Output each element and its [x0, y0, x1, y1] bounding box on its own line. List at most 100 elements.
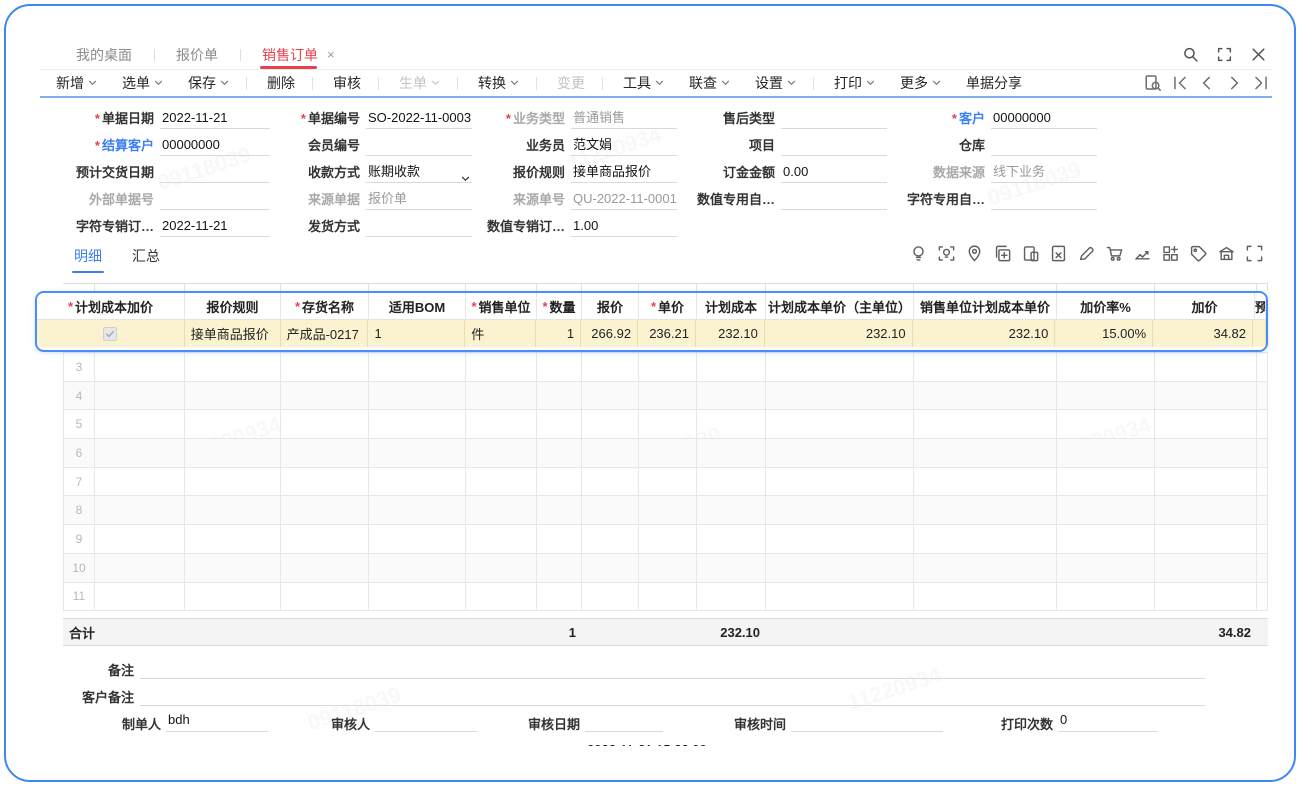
grid-cell[interactable] [1257, 525, 1268, 553]
cart-icon[interactable] [1105, 244, 1124, 263]
grid-cell[interactable] [914, 554, 1057, 582]
field-input[interactable] [366, 215, 472, 237]
grid-cell[interactable] [1257, 583, 1268, 611]
grid-cell[interactable]: 232.10 [913, 320, 1056, 347]
field-input[interactable] [160, 188, 270, 210]
grid-column-header[interactable]: 销售单位计划成本单价 [914, 293, 1057, 319]
grid-cell[interactable] [185, 353, 281, 381]
grid-cell[interactable] [537, 439, 582, 467]
grid-cell[interactable] [537, 382, 582, 410]
grid-cell[interactable] [1057, 410, 1155, 438]
grid-cell[interactable] [537, 583, 582, 611]
grid-cell[interactable] [1057, 468, 1155, 496]
field-input[interactable]: 0.00 [781, 161, 887, 183]
grid-cell[interactable] [95, 583, 185, 611]
grid-cell[interactable] [766, 439, 914, 467]
grid-cell[interactable] [1057, 525, 1155, 553]
grid-cell[interactable] [1257, 410, 1268, 438]
grid-cell[interactable] [466, 382, 537, 410]
grid-cell[interactable] [466, 554, 537, 582]
grid-cell[interactable] [537, 468, 582, 496]
grid-cell[interactable] [639, 583, 697, 611]
grid-cell[interactable] [281, 382, 369, 410]
grid-cell[interactable] [582, 353, 639, 381]
field-input[interactable]: 2022-11-21 [160, 107, 270, 129]
grid-column-header[interactable]: *数量 [537, 293, 582, 319]
grid-cell[interactable] [582, 382, 639, 410]
grid-cell[interactable] [639, 353, 697, 381]
checkbox-checked-icon[interactable] [103, 327, 117, 341]
grid-cell[interactable] [582, 468, 639, 496]
field-input[interactable] [991, 188, 1097, 210]
grid-cell[interactable] [537, 525, 582, 553]
grid-column-header[interactable]: 报价 [582, 293, 639, 319]
toolbar-button[interactable]: 更多 [900, 73, 941, 93]
field-input[interactable] [781, 107, 887, 129]
detail-tab[interactable]: 明细 [74, 246, 102, 275]
search-icon[interactable] [1182, 46, 1200, 64]
next-page-icon[interactable] [1225, 74, 1243, 92]
toolbar-button[interactable]: 审核 [333, 73, 361, 93]
grid-cell[interactable] [281, 583, 369, 611]
detail-tab[interactable]: 汇总 [132, 246, 160, 275]
grid-cell[interactable] [95, 439, 185, 467]
grid-cell[interactable]: 产成品-0217 [281, 320, 369, 347]
field-label[interactable]: *客户 [888, 108, 991, 127]
grid-cell[interactable] [1057, 496, 1155, 524]
field-input[interactable]: 2022-11-21 [160, 215, 270, 237]
field-input[interactable] [781, 134, 887, 156]
grid-column-header[interactable]: 预计 [1255, 293, 1266, 319]
grid-cell[interactable] [766, 525, 914, 553]
grid-cell[interactable]: 接单商品报价 [185, 320, 281, 347]
grid-cell[interactable] [466, 583, 537, 611]
grid-cell[interactable] [1155, 410, 1257, 438]
grid-cell[interactable] [1155, 468, 1257, 496]
grid-cell[interactable] [766, 583, 914, 611]
grid-cell[interactable] [639, 439, 697, 467]
grid-empty-row[interactable]: 5 [63, 410, 1268, 439]
grid-cell[interactable] [766, 496, 914, 524]
copy-add-icon[interactable] [993, 244, 1012, 263]
grid-cell[interactable] [466, 496, 537, 524]
grid-cell[interactable] [466, 410, 537, 438]
grid-column-header[interactable]: *计划成本加价 [37, 293, 185, 319]
grid-cell[interactable] [582, 496, 639, 524]
grid-cell[interactable] [185, 496, 281, 524]
field-input[interactable]: 报价单 [366, 188, 472, 210]
toolbar-button[interactable]: 联查 [689, 73, 730, 93]
grid-cell[interactable]: 266.92 [581, 320, 638, 347]
grid-cell[interactable] [369, 468, 466, 496]
grid-cell[interactable]: 1 [536, 320, 581, 347]
grid-cell[interactable] [1257, 382, 1268, 410]
preview-icon[interactable] [1144, 74, 1162, 92]
meta-input[interactable] [585, 710, 663, 732]
grid-cell[interactable] [582, 410, 639, 438]
field-input[interactable] [781, 188, 887, 210]
grid-cell[interactable] [95, 496, 185, 524]
grid-cell[interactable] [95, 410, 185, 438]
grid-cell[interactable]: 236.21 [638, 320, 696, 347]
toolbar-button[interactable]: 生单 [399, 73, 440, 93]
field-label[interactable]: *结算客户 [40, 135, 160, 154]
grid-cell[interactable] [766, 468, 914, 496]
grid-cell[interactable] [1155, 554, 1257, 582]
grid-cell[interactable]: 1 [368, 320, 465, 347]
grid-empty-row[interactable]: 8 [63, 496, 1268, 525]
field-input[interactable]: 范文娟 [571, 134, 677, 156]
meta-input[interactable] [375, 740, 477, 746]
toolbar-button[interactable]: 工具 [623, 73, 664, 93]
bulb-icon[interactable] [909, 244, 928, 263]
tab-close-icon[interactable]: × [327, 47, 335, 62]
grid-cell[interactable] [914, 410, 1057, 438]
grid-cell[interactable] [369, 554, 466, 582]
grid-cell[interactable] [185, 468, 281, 496]
grid-cell[interactable] [766, 353, 914, 381]
grid-column-header[interactable]: 加价 [1155, 293, 1255, 319]
document-tab[interactable]: 报价单 [154, 40, 240, 69]
grid-data-row[interactable]: 接单商品报价产成品-02171件1266.92236.21232.10232.1… [37, 320, 1266, 347]
grid-column-header[interactable]: 计划成本 [697, 293, 766, 319]
doc-delete-icon[interactable] [1049, 244, 1068, 263]
grid-cell[interactable]: 34.82 [1153, 320, 1253, 347]
grid-cell[interactable] [1155, 525, 1257, 553]
meta-input[interactable]: bdh [166, 710, 268, 732]
